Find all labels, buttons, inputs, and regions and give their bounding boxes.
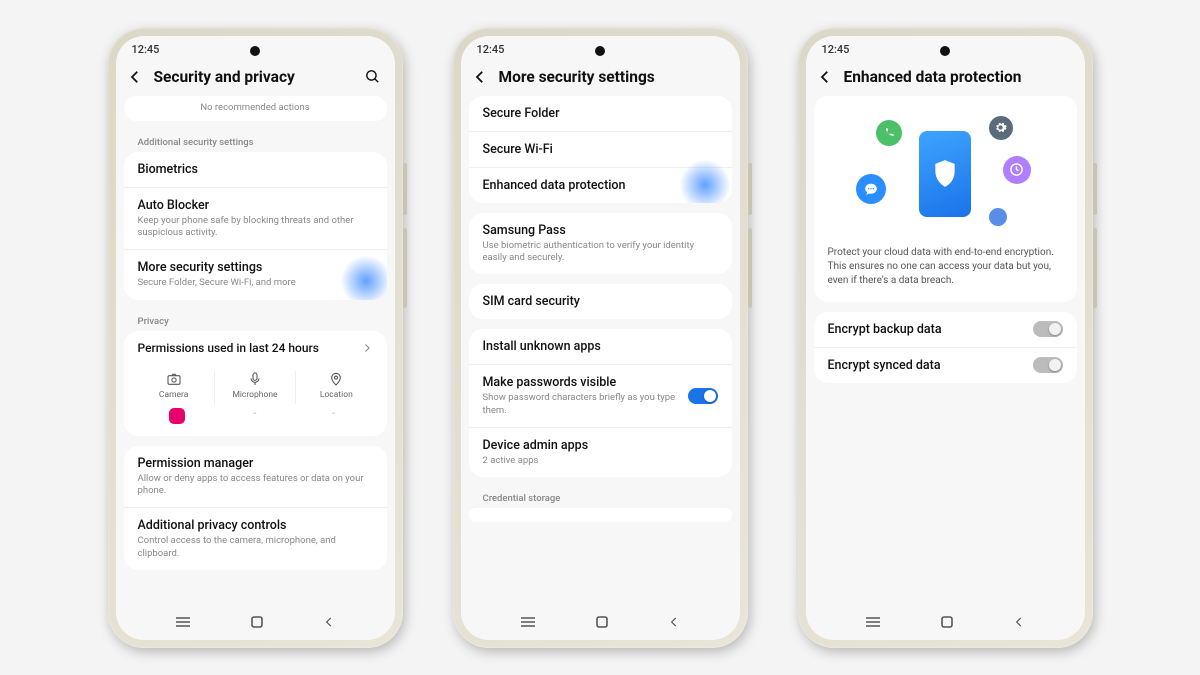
nav-bar xyxy=(806,608,1085,640)
section-credential-storage: Credential storage xyxy=(469,487,732,508)
chevron-right-icon xyxy=(361,342,373,354)
camera-cutout xyxy=(250,46,260,56)
row-permissions-24h[interactable]: Permissions used in last 24 hours xyxy=(124,331,387,365)
header: Enhanced data protection xyxy=(806,64,1085,96)
toggle-encrypt-synced[interactable] xyxy=(1033,357,1063,373)
row-permission-manager[interactable]: Permission manager Allow or deny apps to… xyxy=(124,446,387,508)
row-install-unknown-apps[interactable]: Install unknown apps xyxy=(469,329,732,364)
row-more-security-settings[interactable]: More security settings Secure Folder, Se… xyxy=(124,249,387,299)
toggle-encrypt-backup[interactable] xyxy=(1033,321,1063,337)
back-icon[interactable] xyxy=(126,68,144,86)
nav-home-icon[interactable] xyxy=(594,614,610,634)
app-icon xyxy=(169,408,185,424)
nav-back-icon[interactable] xyxy=(322,614,336,633)
phone-bubble-icon xyxy=(876,120,902,146)
perm-camera: Camera xyxy=(134,371,215,404)
page-title: More security settings xyxy=(499,68,726,86)
feature-description: Protect your cloud data with end-to-end … xyxy=(828,246,1063,288)
tap-hint-icon xyxy=(341,256,387,299)
phone-frame-1: 12:45 Security and privacy No recommende… xyxy=(108,28,403,648)
nav-bar xyxy=(116,608,395,640)
no-recommended-actions: No recommended actions xyxy=(124,98,387,121)
nav-home-icon[interactable] xyxy=(249,614,265,634)
dot-bubble-icon xyxy=(989,208,1007,226)
section-privacy: Privacy xyxy=(124,310,387,331)
status-time: 12:45 xyxy=(477,43,505,56)
page-title: Enhanced data protection xyxy=(844,68,1071,86)
row-enhanced-data-protection[interactable]: Enhanced data protection xyxy=(469,167,732,203)
phone-frame-2: 12:45 More security settings Secure Fold… xyxy=(453,28,748,648)
back-icon[interactable] xyxy=(471,68,489,86)
row-sim-card-security[interactable]: SIM card security xyxy=(469,284,732,319)
nav-recents-icon[interactable] xyxy=(519,614,537,633)
row-additional-privacy-controls[interactable]: Additional privacy controls Control acce… xyxy=(124,507,387,570)
tap-hint-icon xyxy=(680,160,730,203)
phone-frame-3: 12:45 Enhanced data protection xyxy=(798,28,1093,648)
message-bubble-icon xyxy=(856,174,886,204)
row-encrypt-synced-data[interactable]: Encrypt synced data xyxy=(814,347,1077,383)
illustration-card: Protect your cloud data with end-to-end … xyxy=(814,96,1077,302)
nav-recents-icon[interactable] xyxy=(174,614,192,633)
back-icon[interactable] xyxy=(816,68,834,86)
illustration xyxy=(828,114,1063,234)
perm-microphone: Microphone xyxy=(215,371,296,404)
status-time: 12:45 xyxy=(132,43,160,56)
row-biometrics[interactable]: Biometrics xyxy=(124,152,387,187)
nav-recents-icon[interactable] xyxy=(864,614,882,633)
gear-bubble-icon xyxy=(989,116,1013,140)
location-icon xyxy=(328,371,344,387)
shield-icon xyxy=(932,159,958,189)
toggle-passwords-visible[interactable] xyxy=(688,388,718,404)
phone-shield-icon xyxy=(919,131,971,217)
section-additional-security: Additional security settings xyxy=(124,131,387,152)
clock-bubble-icon xyxy=(1003,156,1031,184)
status-time: 12:45 xyxy=(822,43,850,56)
header: More security settings xyxy=(461,64,740,96)
nav-home-icon[interactable] xyxy=(939,614,955,634)
camera-cutout xyxy=(940,46,950,56)
row-secure-wifi[interactable]: Secure Wi-Fi xyxy=(469,131,732,167)
row-secure-folder[interactable]: Secure Folder xyxy=(469,96,732,131)
camera-cutout xyxy=(595,46,605,56)
row-auto-blocker[interactable]: Auto Blocker Keep your phone safe by blo… xyxy=(124,187,387,250)
permission-icons-row: Camera Microphone Location xyxy=(124,365,387,404)
nav-back-icon[interactable] xyxy=(1012,614,1026,633)
search-icon[interactable] xyxy=(364,68,381,85)
nav-bar xyxy=(461,608,740,640)
camera-icon xyxy=(166,371,182,387)
row-encrypt-backup-data[interactable]: Encrypt backup data xyxy=(814,312,1077,347)
row-device-admin-apps[interactable]: Device admin apps 2 active apps xyxy=(469,427,732,477)
perm-location: Location xyxy=(296,371,376,404)
page-title: Security and privacy xyxy=(154,68,354,86)
nav-back-icon[interactable] xyxy=(667,614,681,633)
permission-apps-row: - - xyxy=(124,404,387,436)
row-samsung-pass[interactable]: Samsung Pass Use biometric authenticatio… xyxy=(469,213,732,275)
header: Security and privacy xyxy=(116,64,395,96)
microphone-icon xyxy=(247,371,263,387)
row-make-passwords-visible[interactable]: Make passwords visible Show password cha… xyxy=(469,364,732,427)
